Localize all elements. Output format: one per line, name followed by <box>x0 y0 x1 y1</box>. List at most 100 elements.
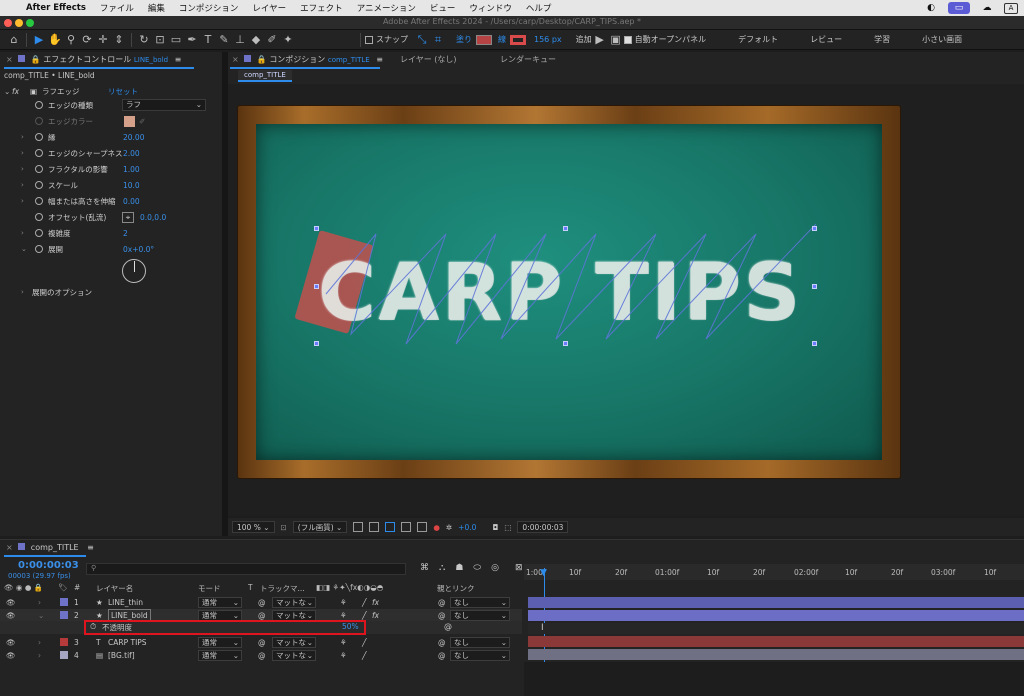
layer-name[interactable]: [BG.tif] <box>108 649 135 662</box>
eyedropper-icon[interactable]: ✐ <box>139 114 145 129</box>
rotate-tool-icon[interactable]: ↻ <box>136 32 152 48</box>
close-tab-icon[interactable]: × <box>6 543 13 552</box>
track-matte-pickwhip-icon[interactable]: @ <box>258 636 266 649</box>
menu-effect[interactable]: エフェクト <box>300 2 343 14</box>
mode-dropdown[interactable]: 通常 ⌄ <box>198 597 242 608</box>
selection-tool-icon[interactable]: ▶ <box>31 32 47 48</box>
panel-menu-icon[interactable]: ≡ <box>175 55 182 64</box>
input-source-icon[interactable]: A <box>1004 2 1018 14</box>
fx-switch-icon[interactable]: fx <box>372 596 379 609</box>
auto-open-panels-checkbox[interactable]: 自動オープンパネル <box>623 34 706 45</box>
type-tool-icon[interactable]: T <box>200 32 216 48</box>
shy-layers-icon[interactable]: ☗ <box>455 563 463 573</box>
stopwatch-icon[interactable] <box>35 181 43 189</box>
label-color-swatch[interactable] <box>60 598 68 606</box>
stopwatch-icon[interactable] <box>35 133 43 141</box>
render-queue-tab[interactable]: レンダーキュー <box>500 52 556 68</box>
tray-circle-icon[interactable]: ◐ <box>924 2 938 14</box>
draft-3d-icon[interactable]: ⛬ <box>439 563 445 573</box>
home-icon[interactable]: ⌂ <box>6 32 22 48</box>
panel-menu-icon[interactable]: ≡ <box>376 55 383 64</box>
twirl-closed-icon[interactable]: › <box>38 636 41 649</box>
layer-bar-line-bold[interactable] <box>528 610 1024 621</box>
snap-checkbox[interactable]: スナップ <box>365 34 408 45</box>
transform-handle[interactable] <box>812 341 817 346</box>
motion-blur-icon[interactable]: ◎ <box>491 563 499 573</box>
eye-icon[interactable]: 👁 <box>6 596 16 609</box>
label-header-icon[interactable]: 🏷 <box>58 583 68 592</box>
param-value[interactable]: 10.0 <box>123 178 140 193</box>
param-value[interactable]: 1.00 <box>123 162 140 177</box>
stroke-color-swatch[interactable] <box>510 34 526 45</box>
twirl-closed-icon[interactable]: › <box>21 130 24 145</box>
add-label[interactable]: 追加 <box>576 34 592 45</box>
layer-row[interactable]: 👁 › 3 T CARP TIPS 通常 ⌄ @ マットな ⌄ ⚘ ╱ @ なし ⌄ <box>0 636 522 649</box>
brush-tool-icon[interactable]: ✎ <box>216 32 232 48</box>
param-value[interactable]: 2 <box>123 226 128 241</box>
stopwatch-icon[interactable] <box>35 229 43 237</box>
parent-dropdown[interactable]: なし ⌄ <box>450 650 510 661</box>
parent-pickwhip-icon[interactable]: @ <box>438 596 446 609</box>
layer-search-input[interactable]: ⚲ <box>86 563 406 575</box>
close-tab-icon[interactable]: × <box>232 55 239 64</box>
menu-layer[interactable]: レイヤー <box>252 2 286 14</box>
frame-blending-icon[interactable]: ⬭ <box>473 563 481 573</box>
transform-handle[interactable] <box>812 284 817 289</box>
track-matte-dropdown[interactable]: マットな ⌄ <box>272 637 316 648</box>
quality-switch-icon[interactable]: ╱ <box>362 596 367 609</box>
stopwatch-icon[interactable] <box>35 213 43 221</box>
twirl-open-icon[interactable]: ⌄ <box>4 84 10 99</box>
param-value[interactable]: 2.00 <box>123 146 140 161</box>
stopwatch-icon[interactable]: ⏱ <box>90 622 96 632</box>
layer-bar-line-thin[interactable] <box>528 597 1024 608</box>
layer-row[interactable]: 👁 › 4 ▤ [BG.tif] 通常 ⌄ @ マットな ⌄ ⚘ ╱ @ なし ⌄ <box>0 649 522 662</box>
color-management-icon[interactable]: ✲ <box>446 523 452 532</box>
add-play-icon[interactable]: ▶ <box>592 32 608 48</box>
menu-composition[interactable]: コンポジション <box>179 2 239 14</box>
twirl-closed-icon[interactable]: › <box>21 178 24 193</box>
shy-switch-icon[interactable]: ⚘ <box>340 636 347 649</box>
puppet-tool-icon[interactable]: ✦ <box>280 32 296 48</box>
parent-link-header[interactable]: 親とリンク <box>437 583 475 594</box>
twirl-closed-icon[interactable]: › <box>38 596 41 609</box>
mode-header[interactable]: モード <box>198 583 221 594</box>
reset-link[interactable]: リセット <box>108 84 138 99</box>
parent-pickwhip-icon[interactable]: @ <box>438 636 446 649</box>
param-value[interactable]: 0x+0.0° <box>123 242 154 257</box>
stroke-label[interactable]: 線 <box>498 34 506 45</box>
lock-icon[interactable]: 🔒 <box>31 55 41 64</box>
mode-dropdown[interactable]: 通常 ⌄ <box>198 650 242 661</box>
effect-header-row[interactable]: ⌄ fx ▣ ラフエッジ リセット <box>0 84 220 99</box>
color-channels-icon[interactable]: ● <box>433 523 440 532</box>
stopwatch-icon[interactable] <box>35 197 43 205</box>
pan-tool-icon[interactable]: ✛ <box>95 32 111 48</box>
transform-handle[interactable] <box>314 284 319 289</box>
resolution-dropdown[interactable]: (フル画質) ⌄ <box>292 521 348 533</box>
orbit-tool-icon[interactable]: ⟳ <box>79 32 95 48</box>
menu-animation[interactable]: アニメーション <box>357 2 416 14</box>
quality-switch-icon[interactable]: ╱ <box>362 636 367 649</box>
clone-stamp-tool-icon[interactable]: ⊥ <box>232 32 248 48</box>
pen-tool-icon[interactable]: ✒ <box>184 32 200 48</box>
timeline-empty-area[interactable] <box>524 662 1024 696</box>
zoom-dropdown[interactable]: 100 % ⌄ <box>232 521 275 533</box>
graph-editor-icon[interactable]: ⊠ <box>515 563 523 573</box>
mask-visibility-icon[interactable] <box>417 522 428 532</box>
panel-menu-icon[interactable]: ≡ <box>87 543 94 552</box>
pickwhip-icon[interactable]: @ <box>444 622 452 631</box>
edge-type-dropdown[interactable]: ラフ ⌄ <box>122 99 206 111</box>
stopwatch-icon[interactable] <box>35 117 43 125</box>
tray-screen-icon[interactable]: ▭ <box>948 2 970 14</box>
mask-toggle-icon[interactable]: ⊡ <box>281 523 287 532</box>
twirl-closed-icon[interactable]: › <box>21 226 24 241</box>
fx-icon[interactable]: fx <box>12 84 19 99</box>
snap-edges-icon[interactable]: ⌗ <box>430 32 446 48</box>
grid-guides-icon[interactable] <box>401 522 412 532</box>
param-value[interactable]: 0.00 <box>123 194 140 209</box>
comp-sub-tab[interactable]: comp_TITLE <box>238 70 292 82</box>
layer-bar-bg[interactable] <box>528 649 1024 660</box>
layer-tab[interactable]: レイヤー (なし) <box>400 52 457 68</box>
evolution-dial[interactable] <box>122 259 146 283</box>
param-value[interactable]: 20.00 <box>123 130 144 145</box>
shy-switch-icon[interactable]: ⚘ <box>340 649 347 662</box>
